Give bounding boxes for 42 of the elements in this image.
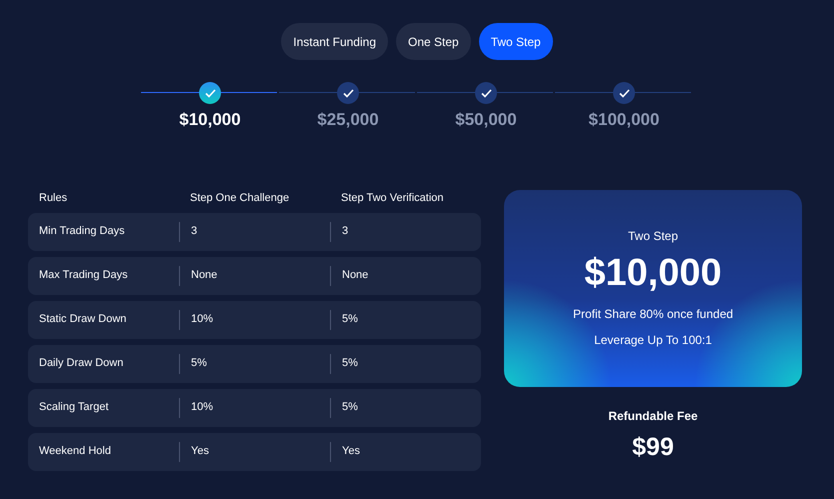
table-cell-text: Min Trading Days: [39, 224, 125, 240]
plan-feature: Profit Share 80% once funded: [572, 306, 734, 322]
plan-amount: $10,000: [584, 250, 722, 296]
check-icon: [342, 88, 354, 98]
check-icon: [480, 88, 492, 98]
table-cell-text: Yes: [191, 444, 209, 460]
step-check[interactable]: [337, 82, 359, 104]
table-cell-text: 3: [191, 224, 198, 240]
step-check[interactable]: [199, 82, 221, 104]
table-cell-text: 10%: [191, 400, 214, 416]
table-cell-text: Weekend Hold: [39, 444, 111, 460]
check-icon: [204, 88, 216, 98]
column-header: Step Two Verification: [340, 191, 445, 206]
fee-amount: $99: [632, 432, 674, 462]
table-cell-text: Max Trading Days: [39, 268, 128, 284]
table-cell-text: 5%: [191, 356, 207, 372]
table-cell-text: 3: [342, 224, 348, 240]
plan-tab[interactable]: One Step: [396, 23, 471, 60]
step-check[interactable]: [475, 82, 497, 104]
account-size[interactable]: $50,000: [455, 107, 517, 132]
step-check[interactable]: [613, 82, 635, 104]
table-cell-text: Scaling Target: [39, 400, 109, 416]
plan-feature: Leverage Up To 100:1: [594, 332, 712, 348]
table-cell-text: Yes: [342, 444, 360, 460]
account-size[interactable]: $25,000: [317, 107, 379, 132]
table-cell-text: 5%: [342, 400, 358, 416]
table-cell-text: Daily Draw Down: [39, 356, 124, 372]
plan-name: Two Step: [628, 228, 678, 244]
table-cell-text: 5%: [342, 312, 358, 328]
account-size[interactable]: $10,000: [179, 107, 241, 132]
table-cell-text: None: [342, 268, 368, 284]
plan-tab[interactable]: Instant Funding: [281, 23, 388, 60]
table-cell-text: Static Draw Down: [39, 312, 126, 328]
account-size[interactable]: $100,000: [588, 107, 660, 132]
table-cell-text: None: [191, 268, 218, 284]
table-cell-text: 5%: [342, 356, 358, 372]
check-icon: [618, 88, 630, 98]
fee-label: Refundable Fee: [608, 408, 698, 424]
plan-tab[interactable]: Two Step: [478, 23, 553, 60]
column-header: Rules: [38, 191, 68, 206]
column-header: Step One Challenge: [189, 191, 290, 206]
table-cell-text: 10%: [191, 312, 214, 328]
